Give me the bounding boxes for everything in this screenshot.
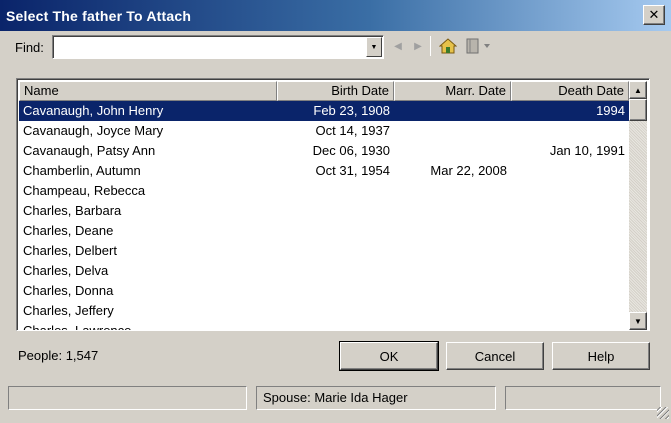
table-row[interactable]: Charles, Barbara (19, 201, 629, 221)
death-cell (511, 241, 629, 261)
name-cell: Charles, Jeffery (23, 303, 114, 318)
birth-cell (277, 301, 394, 321)
column-header-birth-date[interactable]: Birth Date (277, 81, 394, 101)
close-button[interactable]: ✕ (643, 5, 665, 25)
list-rows: Cavanaugh, John Henry Feb 23, 1908 1994 Ca… (19, 101, 629, 330)
combo-dropdown-button[interactable]: ▼ (366, 37, 382, 57)
birth-cell (277, 201, 394, 221)
ok-button[interactable]: OK (339, 341, 439, 371)
title-bar: Select The father To Attach ✕ (0, 0, 671, 31)
table-row[interactable]: Charles, Deane (19, 221, 629, 241)
column-header-name[interactable]: Name (19, 81, 277, 101)
name-cell: Charles, Lawrence (19, 321, 277, 330)
table-row[interactable]: Charles, Delva (19, 261, 629, 281)
name-cell: Charles, Donna (23, 283, 114, 298)
arrow-right-icon[interactable]: ▶ (412, 36, 424, 56)
death-cell (511, 321, 629, 330)
marr-cell (394, 141, 511, 161)
death-cell: 1994 (596, 103, 625, 118)
arrow-down-icon: ▼ (634, 316, 642, 326)
death-cell: Jan 10, 1991 (549, 143, 625, 158)
death-cell (511, 221, 629, 241)
scroll-thumb[interactable] (629, 99, 647, 121)
death-cell (511, 121, 629, 141)
death-cell (511, 201, 629, 221)
arrow-left-icon[interactable]: ◀ (392, 36, 404, 56)
marr-cell (394, 121, 511, 141)
scroll-up-button[interactable]: ▲ (629, 81, 647, 99)
birth-cell (277, 221, 394, 241)
toolbar-divider (430, 36, 431, 56)
close-icon: ✕ (648, 7, 660, 22)
status-bar: Spouse: Marie Ida Hager (0, 384, 671, 423)
table-row[interactable]: Charles, Jeffery (19, 301, 629, 321)
marr-cell (394, 221, 511, 241)
window-title: Select The father To Attach (6, 7, 192, 24)
marr-cell (394, 201, 511, 221)
name-cell: Champeau, Rebecca (23, 183, 146, 198)
death-cell (511, 301, 629, 321)
people-count: People: 1,547 (18, 348, 99, 363)
name-cell: Chamberlin, Autumn (23, 163, 141, 178)
marr-cell (394, 241, 511, 261)
table-row[interactable]: Cavanaugh, Patsy Ann Dec 06, 1930 Jan 10, … (19, 141, 629, 161)
birth-cell (277, 181, 394, 201)
marr-cell (394, 101, 511, 121)
birth-cell (277, 261, 394, 281)
name-cell: Cavanaugh, Joyce Mary (23, 123, 164, 138)
status-panel-right (505, 386, 661, 410)
death-cell (511, 161, 629, 181)
find-combobox[interactable]: ▼ (52, 35, 384, 59)
find-input[interactable] (56, 38, 362, 56)
people-list[interactable]: Name Birth Date Marr. Date Death Date Ca… (16, 78, 650, 331)
table-row[interactable]: Charles, Donna (19, 281, 629, 301)
marr-cell (394, 261, 511, 281)
status-panel-spouse: Spouse: Marie Ida Hager (256, 386, 496, 410)
arrow-up-icon: ▲ (634, 85, 642, 95)
birth-cell (277, 321, 394, 330)
table-row[interactable]: Cavanaugh, John Henry Feb 23, 1908 1994 (19, 101, 629, 121)
scroll-down-button[interactable]: ▼ (629, 312, 647, 330)
birth-cell (277, 281, 394, 301)
list-header: Name Birth Date Marr. Date Death Date (19, 81, 629, 101)
death-cell (511, 181, 629, 201)
birth-cell: Dec 06, 1930 (312, 143, 390, 158)
birth-cell (277, 241, 394, 261)
find-label: Find: (15, 40, 44, 55)
vertical-scrollbar[interactable]: ▲ ▼ (629, 81, 647, 330)
name-cell: Charles, Delva (23, 263, 109, 278)
marr-cell (394, 181, 511, 201)
death-cell (511, 261, 629, 281)
name-cell: Charles, Delbert (23, 243, 117, 258)
death-cell (511, 281, 629, 301)
marr-cell (394, 321, 511, 330)
marr-cell (394, 281, 511, 301)
name-cell: Cavanaugh, John Henry (23, 103, 164, 118)
column-header-marr-date[interactable]: Marr. Date (394, 81, 511, 101)
table-row[interactable]: Cavanaugh, Joyce Mary Oct 14, 1937 (19, 121, 629, 141)
table-row[interactable]: Champeau, Rebecca (19, 181, 629, 201)
marr-cell (394, 301, 511, 321)
name-cell: Cavanaugh, Patsy Ann (23, 143, 156, 158)
birth-cell: Feb 23, 1908 (313, 103, 390, 118)
marr-cell: Mar 22, 2008 (430, 163, 507, 178)
table-row[interactable]: Charles, Lawrence (19, 321, 629, 330)
column-header-death-date[interactable]: Death Date (511, 81, 629, 101)
table-row[interactable]: Charles, Delbert (19, 241, 629, 261)
name-cell: Charles, Deane (23, 223, 114, 238)
cancel-button[interactable]: Cancel (446, 342, 544, 370)
status-panel-left (8, 386, 247, 410)
chevron-down-icon: ▼ (370, 43, 378, 51)
birth-cell: Oct 31, 1954 (315, 163, 390, 178)
book-icon[interactable] (464, 36, 494, 56)
table-row[interactable]: Chamberlin, Autumn Oct 31, 1954 Mar 22, 20… (19, 161, 629, 181)
home-icon[interactable] (438, 36, 458, 56)
resize-grip-icon[interactable] (657, 407, 669, 419)
birth-cell: Oct 14, 1937 (315, 123, 390, 138)
help-button[interactable]: Help (552, 342, 650, 370)
name-cell: Charles, Barbara (23, 203, 122, 218)
